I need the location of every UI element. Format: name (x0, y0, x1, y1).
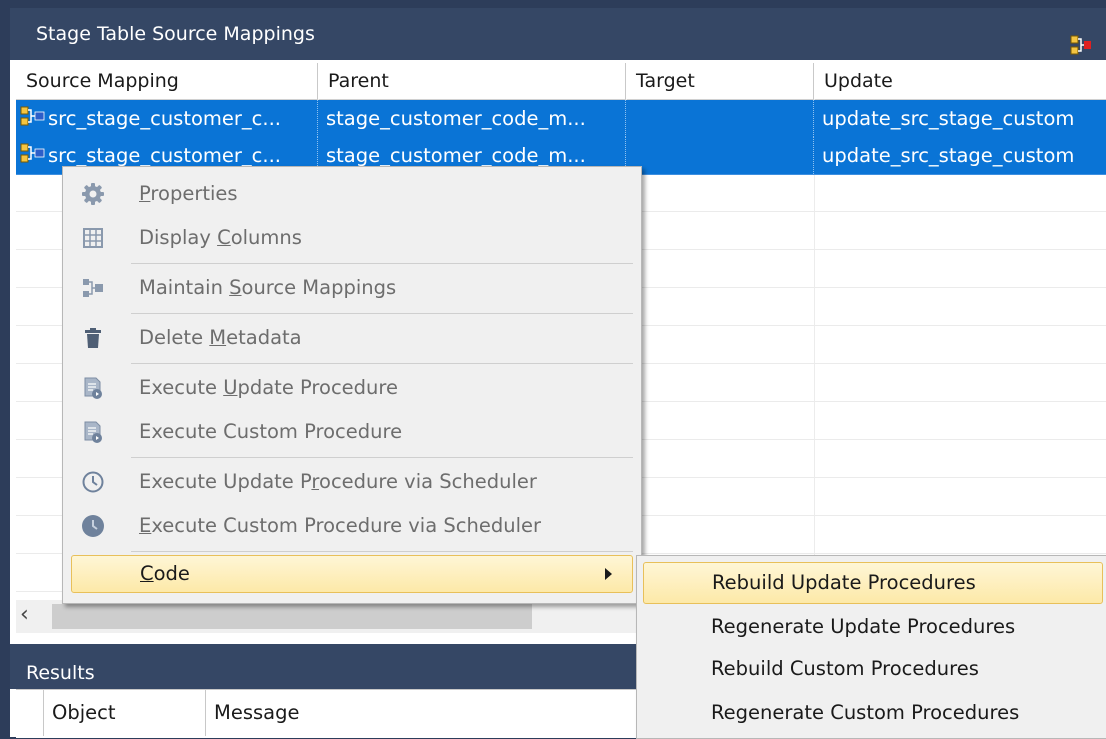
results-column-object[interactable]: Object (44, 690, 206, 736)
context-menu: Properties Display Columns Maintain Sour… (62, 166, 642, 604)
trash-icon (81, 326, 105, 350)
cell-source-mapping[interactable]: src_stage_customer_c... (16, 100, 318, 137)
source-mapping-icon (20, 101, 46, 137)
clock-outline-icon (81, 470, 105, 494)
table-row[interactable]: src_stage_customer_c... stage_customer_c… (16, 100, 1106, 138)
clock-filled-icon (81, 514, 105, 538)
gear-icon (81, 182, 105, 206)
menu-item-execute-custom-via-scheduler[interactable]: Execute Custom Procedure via Scheduler (71, 505, 633, 547)
column-header-update[interactable]: Update (814, 63, 1106, 99)
menu-separator (131, 551, 633, 552)
column-header-parent[interactable]: Parent (318, 63, 626, 99)
scrollbar-thumb[interactable] (52, 604, 532, 629)
menu-separator (131, 263, 633, 264)
results-title: Results (26, 662, 95, 684)
menu-item-label: Execute Update Procedure (139, 376, 398, 399)
submenu-item-label: Regenerate Custom Procedures (711, 701, 1020, 724)
grid-icon (81, 226, 105, 250)
menu-item-label: Delete Metadata (139, 326, 302, 349)
source-mapping-icon (81, 276, 105, 300)
scroll-left-icon[interactable]: ‹ (20, 602, 29, 627)
source-mapping-name: src_stage_customer_c... (48, 144, 281, 167)
submenu-arrow-icon (605, 568, 612, 580)
panel-title: Stage Table Source Mappings (36, 23, 315, 45)
source-mapping-name: src_stage_customer_c... (48, 107, 281, 130)
menu-item-label: Maintain Source Mappings (139, 276, 397, 299)
execute-procedure-icon (81, 376, 105, 400)
menu-item-label: Execute Update Procedure via Scheduler (139, 470, 537, 493)
column-header-target[interactable]: Target (626, 63, 814, 99)
cell-parent[interactable]: stage_customer_code_m... (318, 100, 626, 137)
submenu-item-label: Rebuild Update Procedures (712, 571, 976, 594)
cell-update[interactable]: update_src_stage_custom (814, 137, 1106, 174)
panel-header: Stage Table Source Mappings (10, 8, 1106, 60)
menu-item-label: Code (140, 562, 190, 585)
menu-item-properties[interactable]: Properties (71, 173, 633, 215)
menu-separator (131, 313, 633, 314)
menu-item-label: Properties (139, 182, 238, 205)
submenu-item-rebuild-custom-procedures[interactable]: Rebuild Custom Procedures (643, 648, 1103, 690)
menu-item-execute-update-via-scheduler[interactable]: Execute Update Procedure via Scheduler (71, 461, 633, 503)
code-submenu: Rebuild Update Procedures Regenerate Upd… (636, 555, 1106, 739)
menu-separator (131, 363, 633, 364)
menu-item-label: Display Columns (139, 226, 302, 249)
submenu-item-regenerate-update-procedures[interactable]: Regenerate Update Procedures (643, 606, 1103, 648)
menu-item-maintain-source-mappings[interactable]: Maintain Source Mappings (71, 267, 633, 309)
results-column-message[interactable]: Message (206, 690, 646, 736)
source-mapping-icon (20, 138, 46, 174)
submenu-item-label: Rebuild Custom Procedures (711, 657, 979, 680)
menu-item-execute-update-procedure[interactable]: Execute Update Procedure (71, 367, 633, 409)
submenu-item-regenerate-custom-procedures[interactable]: Regenerate Custom Procedures (643, 692, 1103, 734)
column-header-source-mapping[interactable]: Source Mapping (16, 63, 318, 99)
menu-item-display-columns[interactable]: Display Columns (71, 217, 633, 259)
menu-item-delete-metadata[interactable]: Delete Metadata (71, 317, 633, 359)
grid-column-headers: Source Mapping Parent Target Update (16, 63, 1106, 100)
results-row-selector (16, 690, 44, 736)
menu-item-label: Execute Custom Procedure (139, 420, 403, 443)
menu-item-label: Execute Custom Procedure via Scheduler (139, 514, 541, 537)
submenu-item-rebuild-update-procedures[interactable]: Rebuild Update Procedures (643, 562, 1103, 604)
execute-procedure-icon (81, 420, 105, 444)
cell-target[interactable] (626, 137, 814, 174)
menu-separator (131, 457, 633, 458)
cell-target[interactable] (626, 100, 814, 137)
menu-item-execute-custom-procedure[interactable]: Execute Custom Procedure (71, 411, 633, 453)
cell-update[interactable]: update_src_stage_custom (814, 100, 1106, 137)
submenu-item-label: Regenerate Update Procedures (711, 615, 1016, 638)
menu-item-code[interactable]: Code (71, 555, 633, 593)
